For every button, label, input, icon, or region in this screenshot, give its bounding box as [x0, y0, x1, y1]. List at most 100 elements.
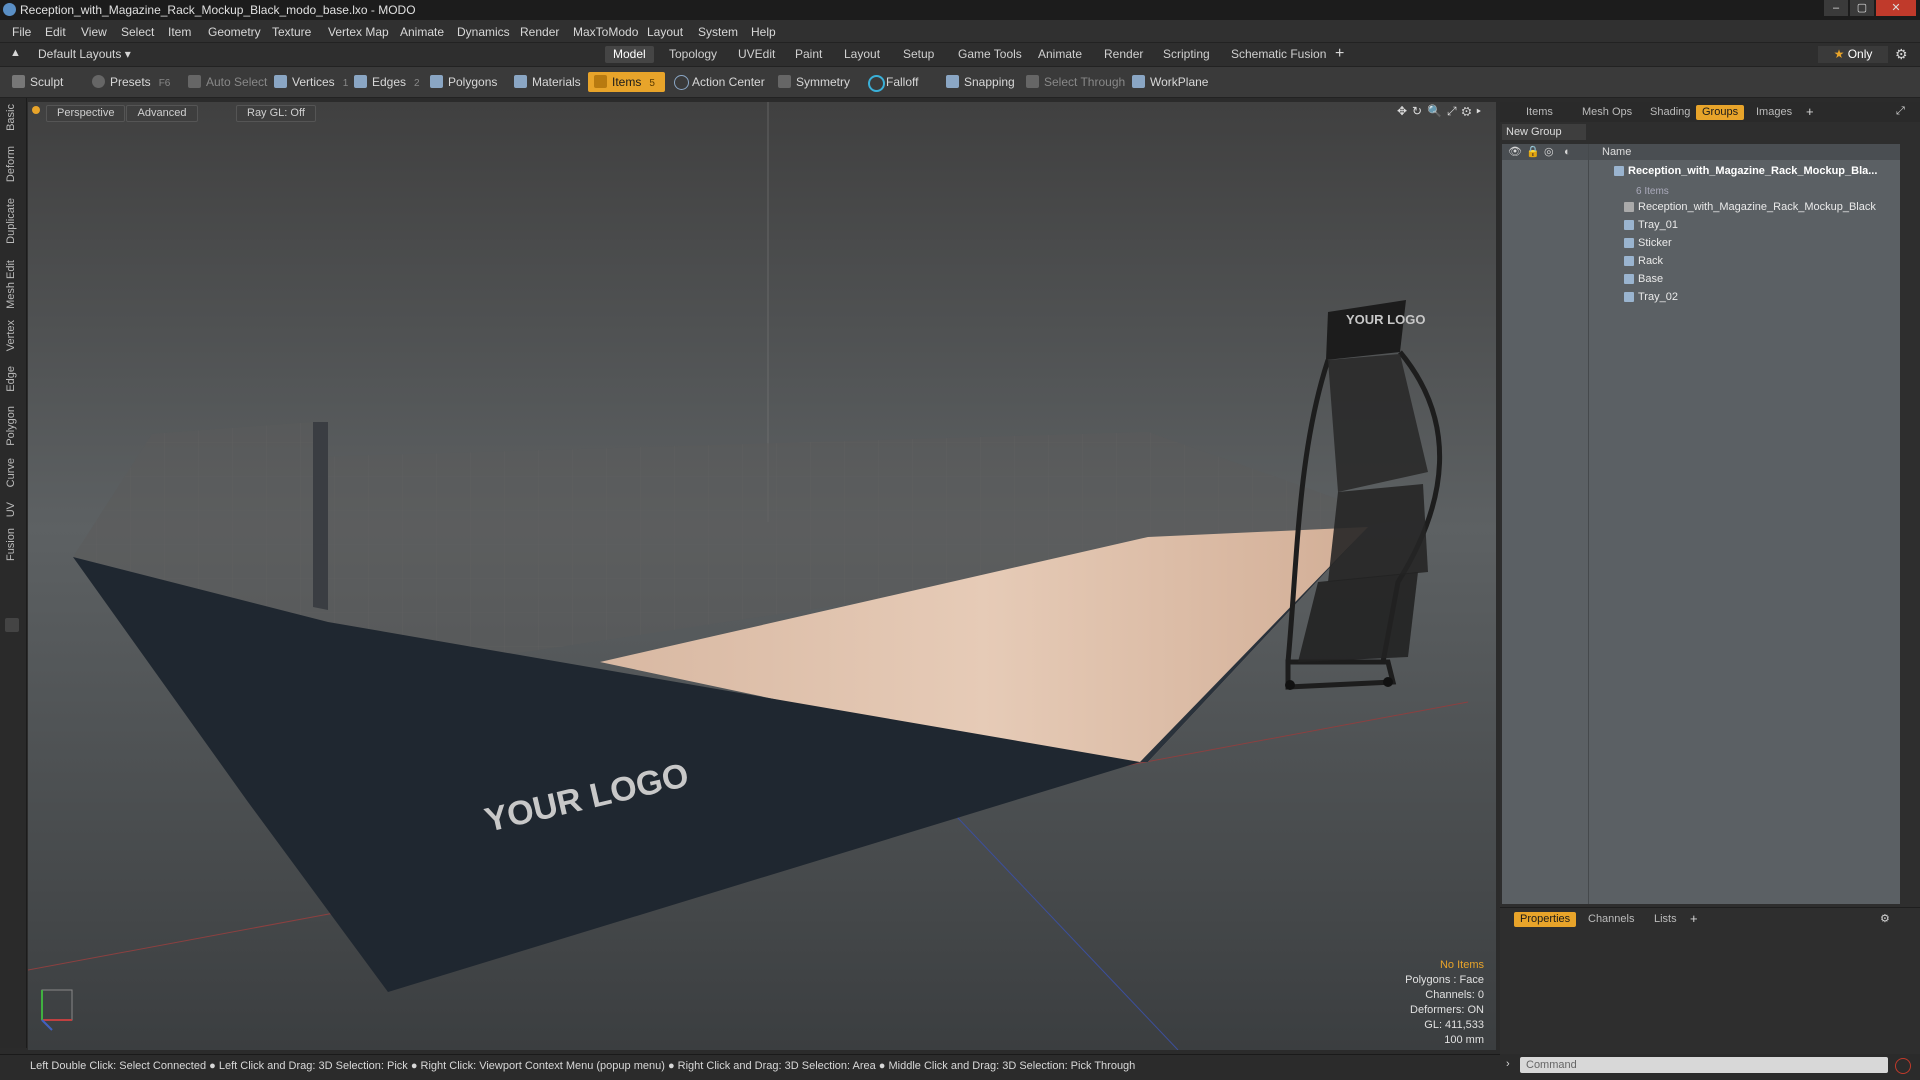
list-item[interactable]: Tray_02 [1624, 288, 1678, 306]
tab-game-tools[interactable]: Game Tools [950, 46, 1030, 63]
status-bar: Left Double Click: Select Connected ● Le… [0, 1054, 1505, 1076]
mesh-icon [1624, 256, 1634, 267]
tab-properties[interactable]: Properties [1514, 912, 1577, 927]
tab-lists[interactable]: Lists [1648, 912, 1683, 927]
sculpt-button[interactable]: Sculpt [6, 72, 67, 92]
menu-render[interactable]: Render [520, 25, 559, 39]
tab-mesh-ops[interactable]: Mesh Ops [1576, 105, 1638, 120]
vtab-polygon[interactable]: Polygon [5, 406, 17, 446]
auto-select-button[interactable]: Auto Select [182, 72, 271, 92]
tab-paint[interactable]: Paint [787, 46, 830, 63]
vtab-uv[interactable]: UV [5, 502, 17, 517]
presets-key: F6 [158, 78, 171, 89]
menu-system[interactable]: System [698, 25, 738, 39]
layout-dropdown[interactable]: Default Layouts ▾ [38, 47, 131, 61]
list-item[interactable]: Reception_with_Magazine_Rack_Mockup_Blac… [1624, 198, 1876, 216]
vtab-mesh-edit[interactable]: Mesh Edit [5, 260, 17, 309]
symmetry-button[interactable]: Symmetry [772, 72, 854, 92]
gear-icon[interactable]: ⚙ [1895, 46, 1908, 63]
bottom-panel-gear-icon[interactable]: ⚙ [1880, 912, 1890, 925]
tab-scripting[interactable]: Scripting [1155, 46, 1218, 63]
menu-edit[interactable]: Edit [45, 25, 66, 39]
items-label: Items [612, 75, 642, 89]
layout-collapse-icon[interactable]: ▲ [10, 47, 21, 59]
menu-dynamics[interactable]: Dynamics [457, 25, 510, 39]
list-item[interactable]: Sticker [1624, 234, 1672, 252]
viewport-3d[interactable]: YOUR LOGO YOUR LOGO [28, 102, 1496, 1050]
tab-images[interactable]: Images [1750, 105, 1798, 120]
snapping-button[interactable]: Snapping [940, 72, 1019, 92]
tab-uvedit[interactable]: UVEdit [730, 46, 783, 63]
menu-file[interactable]: File [12, 25, 31, 39]
tab-render[interactable]: Render [1096, 46, 1151, 63]
auto-select-label: Auto Select [206, 75, 268, 89]
menu-maxtomodo[interactable]: MaxToModo [573, 25, 638, 39]
list-item[interactable]: Rack [1624, 252, 1663, 270]
only-button[interactable]: ★ Only [1818, 46, 1888, 63]
workplane-button[interactable]: WorkPlane [1126, 72, 1212, 92]
command-execute-icon[interactable] [1895, 1058, 1911, 1074]
vertices-button[interactable]: Vertices 1 [268, 72, 352, 92]
viewport-nav-icons[interactable]: ✥↻🔍⤢⚙▸ [1397, 104, 1486, 119]
viewport-dot-icon[interactable] [32, 106, 40, 114]
menu-animate[interactable]: Animate [400, 25, 444, 39]
presets-button[interactable]: Presets F6 [86, 72, 174, 92]
menu-layout[interactable]: Layout [647, 25, 683, 39]
menu-help[interactable]: Help [751, 25, 776, 39]
vtab-basic[interactable]: Basic [5, 104, 17, 131]
tab-groups[interactable]: Groups [1696, 105, 1745, 120]
materials-button[interactable]: Materials [508, 72, 585, 92]
tab-animate[interactable]: Animate [1030, 46, 1090, 63]
minimize-button[interactable]: – [1824, 0, 1848, 16]
strip-toggle-icon[interactable] [5, 618, 19, 632]
tab-channels[interactable]: Channels [1582, 912, 1640, 927]
menu-select[interactable]: Select [121, 25, 154, 39]
list-item-label: Base [1638, 273, 1664, 285]
groups-list: 👁 🔒 ◎ ◐ Name Reception_with_Magazine_Rac… [1502, 144, 1900, 904]
tab-layout[interactable]: Layout [836, 46, 888, 63]
vtab-curve[interactable]: Curve [5, 458, 17, 487]
add-bottom-tab-icon[interactable]: + [1690, 911, 1698, 926]
expand-panel-icon[interactable]: ⤢ [1896, 105, 1905, 118]
menu-view[interactable]: View [81, 25, 107, 39]
falloff-label: Falloff [886, 75, 919, 89]
add-tab-plus-icon[interactable]: + [1335, 45, 1344, 63]
raygl-button[interactable]: Ray GL: Off [236, 105, 316, 122]
layout-bar: ▲ Default Layouts ▾ Model Topology UVEdi… [0, 43, 1920, 67]
vtab-deform[interactable]: Deform [5, 146, 17, 182]
vtab-vertex[interactable]: Vertex [5, 320, 17, 351]
view-advanced-button[interactable]: Advanced [126, 105, 198, 122]
tab-shading[interactable]: Shading [1644, 105, 1696, 120]
list-item-label: Sticker [1638, 237, 1672, 249]
edges-button[interactable]: Edges 2 [348, 72, 424, 92]
falloff-button[interactable]: Falloff [862, 72, 922, 92]
items-button[interactable]: Items 5 [588, 72, 665, 92]
tab-setup[interactable]: Setup [895, 46, 942, 63]
menu-item[interactable]: Item [168, 25, 191, 39]
new-group-button[interactable]: New Group [1502, 124, 1586, 140]
list-item[interactable]: Tray_01 [1624, 216, 1678, 234]
select-through-button[interactable]: Select Through [1020, 72, 1129, 92]
add-panel-tab-icon[interactable]: + [1806, 104, 1814, 119]
symmetry-label: Symmetry [796, 75, 850, 89]
maximize-button[interactable]: ▢ [1850, 0, 1874, 16]
vtab-duplicate[interactable]: Duplicate [5, 198, 17, 244]
list-item[interactable]: Base [1624, 270, 1663, 288]
tab-schematic-fusion[interactable]: Schematic Fusion [1223, 46, 1334, 63]
close-button[interactable]: ✕ [1876, 0, 1916, 16]
info-polygons: Polygons : Face [1405, 974, 1484, 986]
menu-vertex-map[interactable]: Vertex Map [328, 25, 389, 39]
vertices-label: Vertices [292, 75, 335, 89]
vtab-edge[interactable]: Edge [5, 366, 17, 392]
action-center-button[interactable]: Action Center [668, 72, 769, 92]
tab-items[interactable]: Items [1520, 105, 1559, 120]
menu-texture[interactable]: Texture [272, 25, 311, 39]
group-row[interactable]: Reception_with_Magazine_Rack_Mockup_Bla.… [1614, 162, 1877, 180]
tab-topology[interactable]: Topology [661, 46, 725, 63]
tab-model[interactable]: Model [605, 46, 654, 63]
view-perspective-button[interactable]: Perspective [46, 105, 126, 122]
vtab-fusion[interactable]: Fusion [5, 528, 17, 561]
menu-geometry[interactable]: Geometry [208, 25, 261, 39]
command-input[interactable]: Command [1520, 1057, 1888, 1073]
polygons-button[interactable]: Polygons [424, 72, 501, 92]
